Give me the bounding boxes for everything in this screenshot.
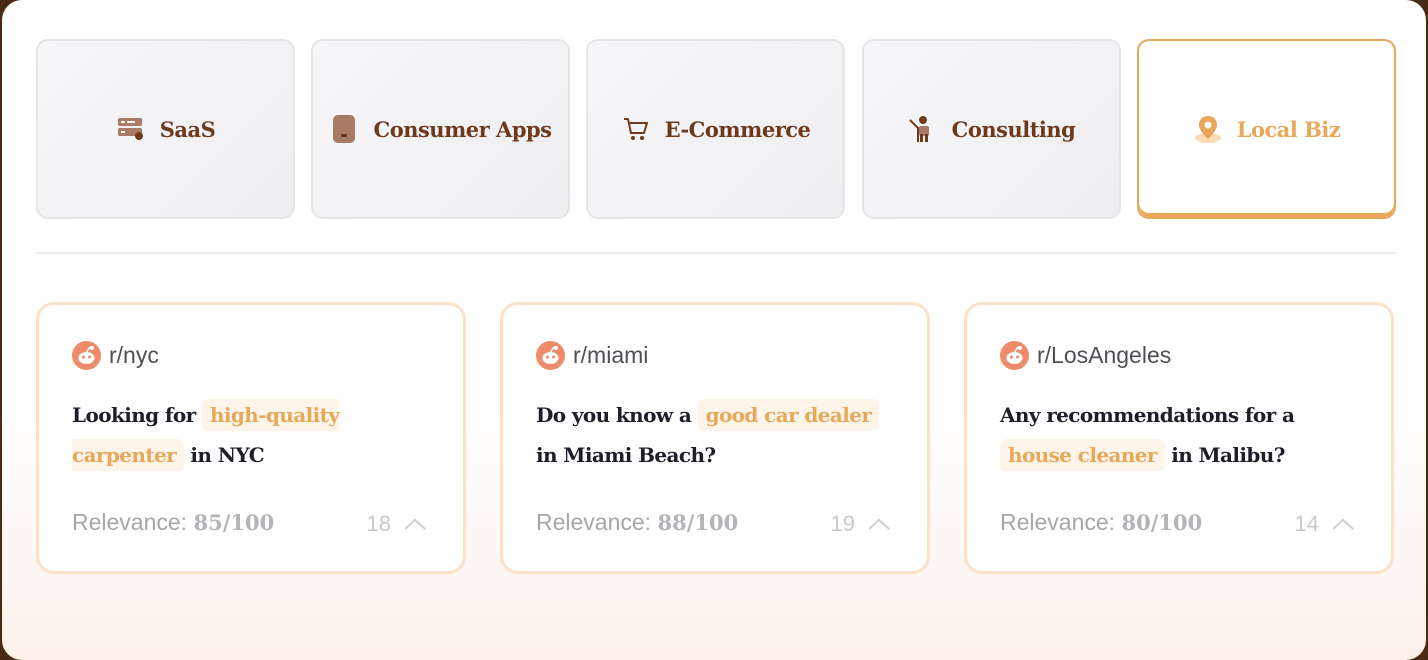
upvote-chevron-icon[interactable] xyxy=(403,517,427,531)
post-card[interactable]: r/nyc Looking for high-quality carpenter… xyxy=(36,302,466,574)
relevance-value: 88/100 xyxy=(657,510,739,535)
vote-count: 14 xyxy=(1294,511,1319,536)
upvote-chevron-icon[interactable] xyxy=(1331,517,1355,531)
post-title: Do you know a good car dealer in Miami B… xyxy=(536,395,896,475)
reddit-icon xyxy=(1000,341,1029,370)
cart-icon xyxy=(621,114,651,144)
keyword-highlight: house cleaner xyxy=(1000,439,1165,471)
vote-count: 18 xyxy=(366,511,391,536)
subreddit[interactable]: r/nyc xyxy=(72,341,159,370)
tab-label: SaaS xyxy=(159,116,216,142)
tab-label: Local Biz xyxy=(1236,116,1341,142)
subreddit[interactable]: r/miami xyxy=(536,341,648,370)
tab-consulting[interactable]: Consulting xyxy=(862,39,1121,219)
post-text-after: in Malibu? xyxy=(1164,443,1285,467)
relevance-label: Relevance: xyxy=(536,509,658,535)
upvotes[interactable]: 18 xyxy=(367,511,427,537)
relevance-label: Relevance: xyxy=(1000,509,1122,535)
divider xyxy=(36,252,1396,254)
main-panel: SaaS Consumer Apps E-Commerce Consulting… xyxy=(2,0,1426,660)
post-card[interactable]: r/LosAngeles Any recommendations for a h… xyxy=(964,302,1394,574)
relevance-label: Relevance: xyxy=(72,509,194,535)
tab-consumer-apps[interactable]: Consumer Apps xyxy=(311,39,570,219)
post-text-before: Any recommendations for a xyxy=(1000,403,1295,427)
post-card[interactable]: r/miami Do you know a good car dealer in… xyxy=(500,302,930,574)
upvote-chevron-icon[interactable] xyxy=(867,517,891,531)
subreddit-name: r/miami xyxy=(573,342,649,368)
subreddit-name: r/nyc xyxy=(109,342,159,368)
tab-label: E-Commerce xyxy=(664,116,811,142)
vote-count: 19 xyxy=(830,511,855,536)
post-text-before: Do you know a xyxy=(536,403,698,427)
reddit-icon xyxy=(536,341,565,370)
tab-label: Consumer Apps xyxy=(373,116,552,142)
tab-saas[interactable]: SaaS xyxy=(36,39,295,219)
reddit-icon xyxy=(72,341,101,370)
post-text-before: Looking for xyxy=(72,403,202,427)
tab-local-biz[interactable]: Local Biz xyxy=(1137,39,1396,219)
upvotes[interactable]: 19 xyxy=(831,511,891,537)
keyword-highlight: good car dealer xyxy=(697,399,880,431)
tab-label: Consulting xyxy=(951,116,1076,142)
post-text-after: in Miami Beach? xyxy=(536,443,716,467)
map-pin-icon xyxy=(1193,114,1223,144)
phone-icon xyxy=(329,114,359,144)
relevance-score: Relevance: 88/100 xyxy=(536,509,738,536)
relevance-value: 80/100 xyxy=(1121,510,1203,535)
subreddit[interactable]: r/LosAngeles xyxy=(1000,341,1171,370)
subreddit-name: r/LosAngeles xyxy=(1037,342,1172,368)
post-title: Looking for high-quality carpenter in NY… xyxy=(72,395,432,475)
post-text-after: in NYC xyxy=(184,443,265,467)
tab-e-commerce[interactable]: E-Commerce xyxy=(586,39,845,219)
category-tabs: SaaS Consumer Apps E-Commerce Consulting… xyxy=(36,39,1396,219)
relevance-value: 85/100 xyxy=(193,510,275,535)
upvotes[interactable]: 14 xyxy=(1295,511,1355,537)
server-icon xyxy=(116,114,146,144)
presenter-icon xyxy=(908,114,938,144)
relevance-score: Relevance: 80/100 xyxy=(1000,509,1202,536)
relevance-score: Relevance: 85/100 xyxy=(72,509,274,536)
post-title: Any recommendations for a house cleaner … xyxy=(1000,395,1360,475)
